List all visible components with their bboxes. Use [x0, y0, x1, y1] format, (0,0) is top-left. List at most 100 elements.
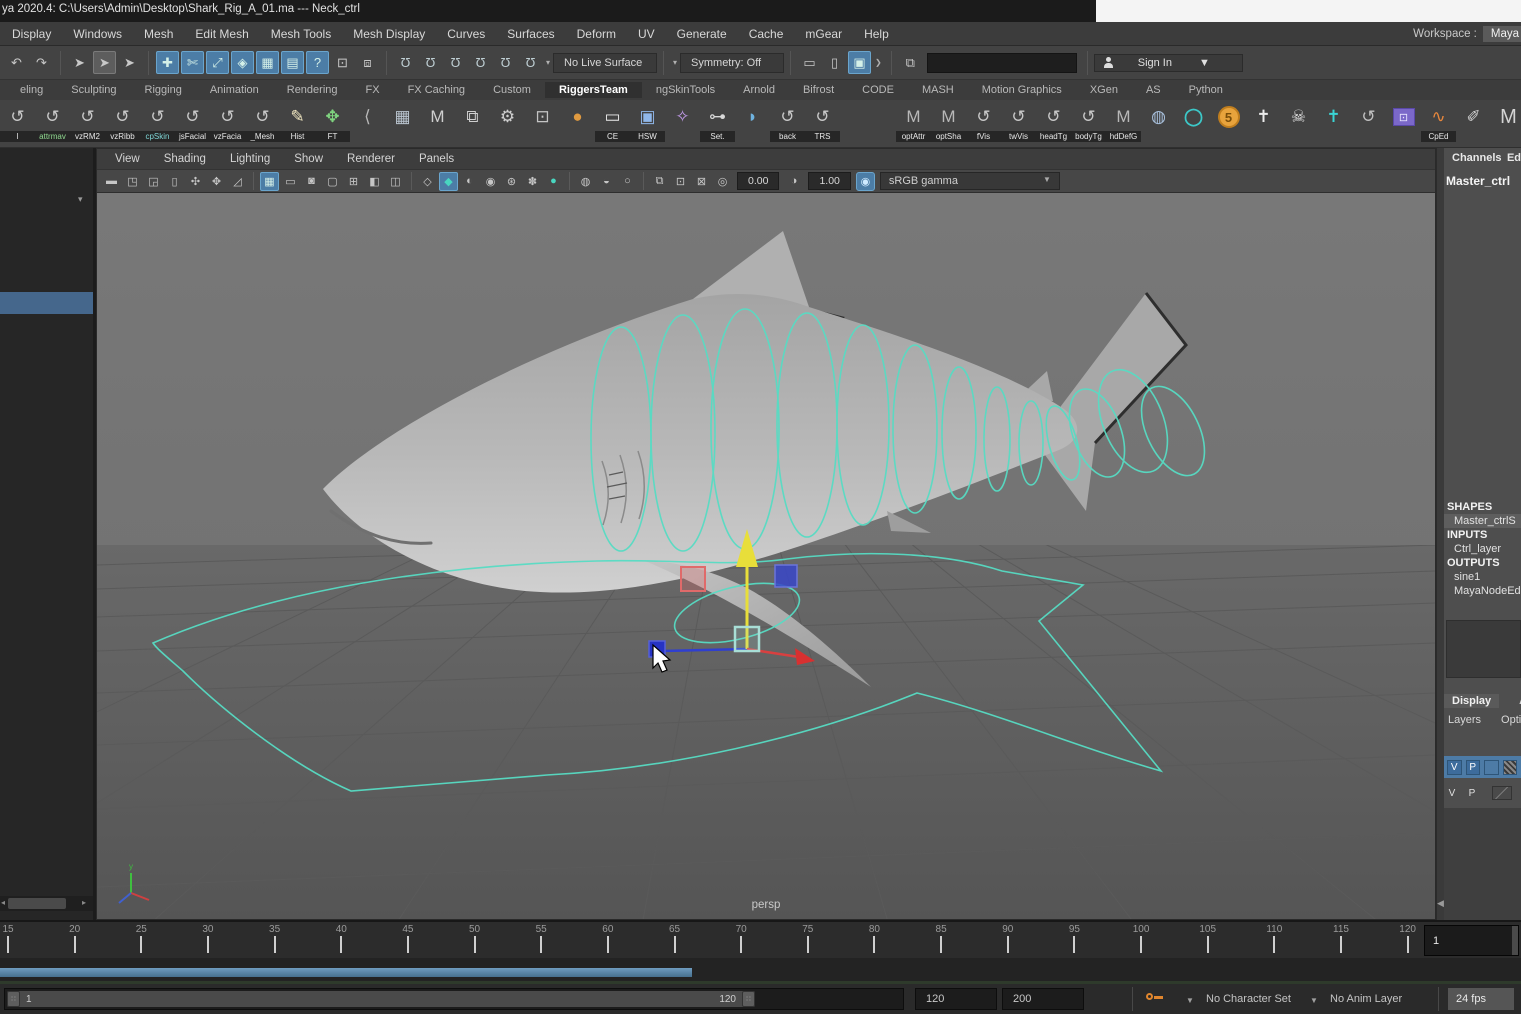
timeline-tick-110[interactable]: 110	[1259, 924, 1289, 953]
redo-icon[interactable]: ↷	[30, 51, 53, 74]
viewport-menu-view[interactable]: View	[115, 153, 140, 165]
timeline-tick-20[interactable]: 20	[60, 924, 90, 953]
menu-mesh-display[interactable]: Mesh Display	[353, 27, 425, 41]
playback-start-field[interactable]: 120	[915, 988, 997, 1010]
playback-end-field[interactable]: 200	[1002, 988, 1084, 1010]
shelf-tab-animation[interactable]: Animation	[196, 82, 273, 98]
workspace-selector[interactable]: Workspace : Maya	[1413, 26, 1521, 42]
layer-playback-toggle[interactable]: P	[1466, 760, 1481, 775]
workspace-value[interactable]: Maya	[1483, 26, 1521, 42]
shelf-tab-arnold[interactable]: Arnold	[729, 82, 789, 98]
soft-mod-icon[interactable]: ◈	[231, 51, 254, 74]
grease-pencil-icon[interactable]: ◿	[228, 172, 247, 191]
selection-highlight-icon[interactable]: ⊠	[692, 172, 711, 191]
timeline-tick-120[interactable]: 120	[1393, 924, 1423, 953]
shelf-item-headtg[interactable]: ↺headTg	[1036, 102, 1071, 144]
timeline-tick-15[interactable]: 15	[0, 924, 23, 953]
viewport-menu-shading[interactable]: Shading	[164, 153, 206, 165]
shelf-item-vzribb[interactable]: ↺vzRibb	[105, 102, 140, 144]
field-chart-icon[interactable]: ⊞	[344, 172, 363, 191]
lock-camera-icon[interactable]: ◳	[123, 172, 142, 191]
chevron-down-icon[interactable]: ▼	[1199, 57, 1210, 69]
sign-in-button[interactable]: Sign In ▼	[1094, 54, 1243, 72]
shelf-item-sphere-brush[interactable]: ◍	[1141, 102, 1176, 144]
current-frame-field[interactable]: 1	[1424, 925, 1519, 956]
isolate-select-icon[interactable]: ○	[618, 172, 637, 191]
subtab-options[interactable]: Optio	[1497, 714, 1521, 726]
paint-tool-icon[interactable]: ▤	[281, 51, 304, 74]
snap-point-icon[interactable]: Ω	[444, 51, 467, 74]
empty-layer-swatch[interactable]	[1492, 786, 1512, 800]
shelf-item-figure-white[interactable]: ✝	[1246, 102, 1281, 144]
shelf-item-ft[interactable]: ✥FT	[315, 102, 350, 144]
subtab-layers[interactable]: Layers	[1444, 714, 1481, 726]
scroll-right-icon[interactable]: ▸	[82, 898, 86, 907]
timeline-tick-70[interactable]: 70	[726, 924, 756, 953]
shelf-item-vzfacia[interactable]: ↺vzFacia	[210, 102, 245, 144]
scrollbar-handle[interactable]	[8, 898, 66, 909]
range-slider-track[interactable]: ∷ 1 120 ∷	[4, 988, 904, 1010]
shelf-tab-mash[interactable]: MASH	[908, 82, 968, 98]
shelf-item-jsfacial[interactable]: ↺jsFacial	[175, 102, 210, 144]
chevron-down-icon[interactable]: ▾	[78, 194, 83, 205]
shelf-tab-riggersteam[interactable]: RiggersTeam	[545, 82, 642, 98]
scale-tool-icon[interactable]: ⤢	[206, 51, 229, 74]
menu-cache[interactable]: Cache	[749, 27, 784, 41]
shelf-item-cped[interactable]: ∿CpEd	[1421, 102, 1456, 144]
menu-mesh-tools[interactable]: Mesh Tools	[271, 27, 331, 41]
menu-uv[interactable]: UV	[638, 27, 655, 41]
chevron-right-icon[interactable]: ❯	[875, 58, 882, 67]
snap-grid-icon[interactable]: Ω	[394, 51, 417, 74]
channel-ctrl-layer[interactable]: Ctrl_layer	[1444, 542, 1521, 556]
timeline-tick-40[interactable]: 40	[326, 924, 356, 953]
channel-mayanodeedi[interactable]: MayaNodeEdi	[1444, 584, 1521, 598]
shelf-tab-as[interactable]: AS	[1132, 82, 1175, 98]
channel-outputs[interactable]: OUTPUTS	[1444, 556, 1521, 570]
lattice-tool-icon[interactable]: ▦	[256, 51, 279, 74]
safe-action-icon[interactable]: ◧	[365, 172, 384, 191]
shelf-item-hddefg[interactable]: MhdDefG	[1106, 102, 1141, 144]
selected-outliner-row[interactable]	[0, 292, 93, 314]
shadows-icon[interactable]: ⊛	[502, 172, 521, 191]
timeline-tick-90[interactable]: 90	[993, 924, 1023, 953]
shelf-item-hsw[interactable]: ▣HSW	[630, 102, 665, 144]
shelf-tab-python[interactable]: Python	[1175, 82, 1237, 98]
color-space-dropdown[interactable]: sRGB gamma ▼	[880, 172, 1060, 190]
shaded-icon[interactable]: ◆	[439, 172, 458, 191]
selected-node-name[interactable]: Master_ctrl	[1446, 174, 1510, 188]
camera-attributes-icon[interactable]: ◲	[144, 172, 163, 191]
two-d-pan-zoom-icon[interactable]: ✥	[207, 172, 226, 191]
snap-view-plane-icon[interactable]: Ω	[494, 51, 517, 74]
chevron-down-icon[interactable]: ▾	[546, 58, 550, 67]
gamma-icon[interactable]: ◑	[784, 172, 803, 191]
range-slider-bar[interactable]: ∷ 1 120 ∷	[7, 991, 755, 1007]
timeline-tick-60[interactable]: 60	[593, 924, 623, 953]
timeline-tick-65[interactable]: 65	[660, 924, 690, 953]
timeline-tick-25[interactable]: 25	[126, 924, 156, 953]
shelf-item-coin-5[interactable]: 5	[1211, 102, 1246, 144]
shelf-item-cpskin[interactable]: ↺cpSkin	[140, 102, 175, 144]
viewport-menu-panels[interactable]: Panels	[419, 153, 454, 165]
shelf-item-brush[interactable]: ◗	[735, 102, 770, 144]
image-plane-icon[interactable]: ✣	[186, 172, 205, 191]
shelf-tab-xgen[interactable]: XGen	[1076, 82, 1132, 98]
shelf-item-figure-teal[interactable]: ✝	[1316, 102, 1351, 144]
timeline-tick-80[interactable]: 80	[859, 924, 889, 953]
menu-deform[interactable]: Deform	[577, 27, 616, 41]
character-set-selector[interactable]: No Character Set	[1206, 993, 1291, 1005]
depth-of-field-icon[interactable]: ◒	[597, 172, 616, 191]
command-input[interactable]	[927, 53, 1077, 73]
channel-inputs[interactable]: INPUTS	[1444, 528, 1521, 542]
shelf-tab-rigging[interactable]: Rigging	[131, 82, 196, 98]
shelf-item-set[interactable]: ⊶Set.	[700, 102, 735, 144]
collapse-arrow-icon[interactable]: ◀	[1437, 898, 1444, 909]
chevron-down-icon[interactable]: ▼	[1310, 996, 1318, 1005]
shelf-item-m-large[interactable]: M	[1491, 102, 1521, 144]
shelf-tab-rendering[interactable]: Rendering	[273, 82, 352, 98]
fps-indicator[interactable]: 24 fps	[1448, 988, 1514, 1010]
gamma-field[interactable]: 1.00	[808, 172, 850, 190]
shelf-tab-ngskintools[interactable]: ngSkinTools	[642, 82, 729, 98]
shelf-item-hand[interactable]: ●	[560, 102, 595, 144]
shelf-item-lock-small[interactable]: ⊡	[525, 102, 560, 144]
layer-visibility-toggle[interactable]: V	[1447, 760, 1462, 775]
